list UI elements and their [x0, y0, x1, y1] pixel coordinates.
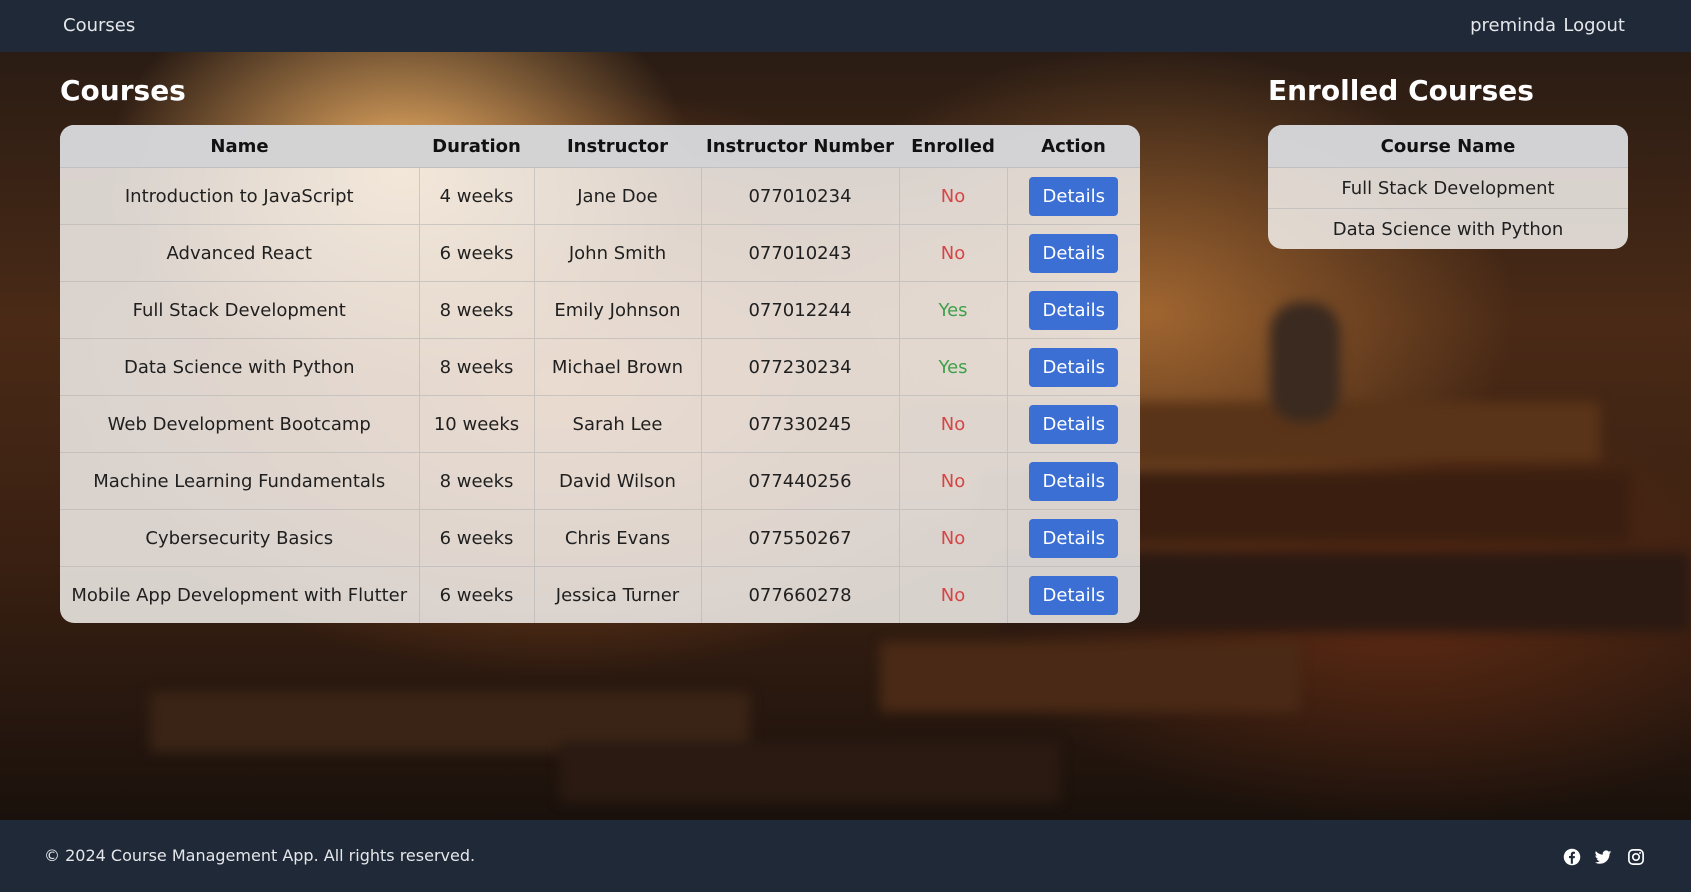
instructor-number: 077010243 — [700, 224, 899, 282]
twitter-icon[interactable] — [1594, 848, 1612, 866]
top-navbar: Courses preminda Logout — [0, 0, 1691, 52]
enrolled-course-name: Full Stack Development — [1268, 167, 1628, 209]
list-item: Data Science with Python — [1268, 208, 1628, 249]
course-duration: 6 weeks — [418, 224, 534, 282]
course-duration: 10 weeks — [418, 395, 534, 453]
action-cell: Details — [1006, 452, 1140, 510]
column-header-course-name: Course Name — [1268, 125, 1628, 168]
details-button[interactable]: Details — [1029, 518, 1119, 558]
list-item: Full Stack Development — [1268, 167, 1628, 209]
course-instructor: Michael Brown — [533, 338, 701, 396]
enrolled-status: No — [898, 566, 1007, 623]
course-name: Machine Learning Fundamentals — [60, 452, 419, 510]
instructor-number: 077550267 — [700, 509, 899, 567]
enrolled-status: Yes — [898, 338, 1007, 396]
details-button[interactable]: Details — [1029, 461, 1119, 501]
course-name: Full Stack Development — [60, 281, 419, 339]
course-instructor: Jane Doe — [533, 167, 701, 225]
details-button[interactable]: Details — [1029, 176, 1119, 216]
course-name: Web Development Bootcamp — [60, 395, 419, 453]
course-instructor: David Wilson — [533, 452, 701, 510]
logout-link[interactable]: Logout — [1563, 15, 1625, 36]
course-duration: 8 weeks — [418, 452, 534, 510]
course-duration: 6 weeks — [418, 566, 534, 623]
table-row: Data Science with Python 8 weeks Michael… — [60, 338, 1140, 396]
action-cell: Details — [1006, 281, 1140, 339]
action-cell: Details — [1006, 224, 1140, 282]
column-header-duration: Duration — [419, 125, 534, 168]
table-row: Machine Learning Fundamentals 8 weeks Da… — [60, 452, 1140, 510]
enrolled-status: No — [898, 509, 1007, 567]
details-button[interactable]: Details — [1029, 347, 1119, 387]
action-cell: Details — [1006, 338, 1140, 396]
courses-table-card: Name Duration Instructor Instructor Numb… — [60, 125, 1140, 623]
details-button[interactable]: Details — [1029, 233, 1119, 273]
instructor-number: 077440256 — [700, 452, 899, 510]
instructor-number: 077330245 — [700, 395, 899, 453]
column-header-name: Name — [60, 125, 419, 168]
table-row: Cybersecurity Basics 6 weeks Chris Evans… — [60, 509, 1140, 567]
course-duration: 6 weeks — [418, 509, 534, 567]
column-header-enrolled: Enrolled — [899, 125, 1007, 168]
action-cell: Details — [1006, 509, 1140, 567]
course-instructor: Sarah Lee — [533, 395, 701, 453]
course-duration: 8 weeks — [418, 338, 534, 396]
table-row: Web Development Bootcamp 10 weeks Sarah … — [60, 395, 1140, 453]
facebook-icon[interactable] — [1563, 848, 1581, 866]
action-cell: Details — [1006, 566, 1140, 623]
details-button[interactable]: Details — [1029, 290, 1119, 330]
course-instructor: Jessica Turner — [533, 566, 701, 623]
nav-brand-link[interactable]: Courses — [63, 15, 135, 36]
course-name: Data Science with Python — [60, 338, 419, 396]
table-row: Advanced React 6 weeks John Smith 077010… — [60, 224, 1140, 282]
instructor-number: 077230234 — [700, 338, 899, 396]
instructor-number: 077010234 — [700, 167, 899, 225]
table-row: Introduction to JavaScript 4 weeks Jane … — [60, 167, 1140, 225]
enrolled-course-name: Data Science with Python — [1268, 208, 1628, 249]
enrolled-status: No — [898, 395, 1007, 453]
footer: © 2024 Course Management App. All rights… — [0, 820, 1691, 892]
course-name: Introduction to JavaScript — [60, 167, 419, 225]
enrolled-courses-card: Course Name Full Stack Development Data … — [1268, 125, 1628, 249]
course-instructor: John Smith — [533, 224, 701, 282]
course-name: Mobile App Development with Flutter — [60, 566, 419, 623]
details-button[interactable]: Details — [1029, 575, 1119, 615]
enrolled-status: Yes — [898, 281, 1007, 339]
details-button[interactable]: Details — [1029, 404, 1119, 444]
course-name: Cybersecurity Basics — [60, 509, 419, 567]
instagram-icon[interactable] — [1627, 848, 1645, 866]
table-row: Mobile App Development with Flutter 6 we… — [60, 566, 1140, 623]
enrolled-courses-heading: Enrolled Courses — [1268, 74, 1534, 107]
enrolled-status: No — [898, 452, 1007, 510]
courses-heading: Courses — [60, 74, 186, 107]
table-row: Full Stack Development 8 weeks Emily Joh… — [60, 281, 1140, 339]
course-name: Advanced React — [60, 224, 419, 282]
courses-table: Name Duration Instructor Instructor Numb… — [60, 125, 1140, 623]
course-duration: 8 weeks — [418, 281, 534, 339]
action-cell: Details — [1006, 167, 1140, 225]
course-instructor: Chris Evans — [533, 509, 701, 567]
instructor-number: 077012244 — [700, 281, 899, 339]
nav-user-link[interactable]: preminda — [1470, 15, 1556, 36]
enrolled-courses-table: Course Name Full Stack Development Data … — [1268, 125, 1628, 249]
column-header-action: Action — [1007, 125, 1140, 168]
courses-table-header: Name Duration Instructor Instructor Numb… — [60, 125, 1140, 168]
enrolled-table-header: Course Name — [1268, 125, 1628, 168]
instructor-number: 077660278 — [700, 566, 899, 623]
course-instructor: Emily Johnson — [533, 281, 701, 339]
enrolled-status: No — [898, 224, 1007, 282]
course-duration: 4 weeks — [418, 167, 534, 225]
column-header-instructor: Instructor — [534, 125, 701, 168]
copyright-text: © 2024 Course Management App. All rights… — [44, 846, 476, 865]
action-cell: Details — [1006, 395, 1140, 453]
enrolled-status: No — [898, 167, 1007, 225]
column-header-instructor-number: Instructor Number — [701, 125, 899, 168]
